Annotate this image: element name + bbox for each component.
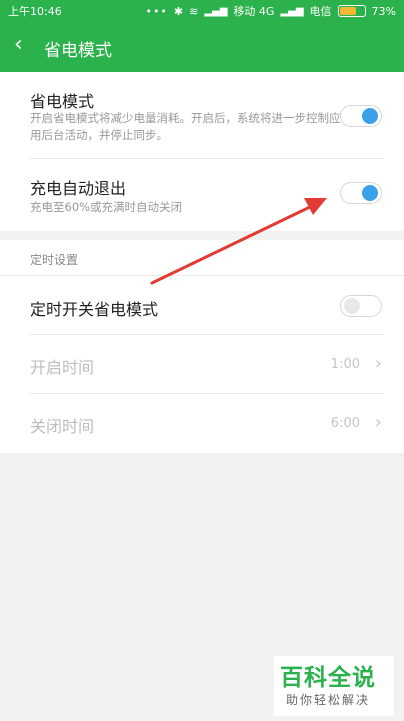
- auto-exit-row[interactable]: 充电自动退出 充电至60%或充满时自动关闭: [0, 159, 404, 231]
- power-settings-card: 省电模式 开启省电模式将减少电量消耗。开启后，系统将进一步控制应用后台活动，并停…: [0, 72, 404, 231]
- status-bar: 上午10:46 ••• ✱ ≋ ▂▄▆ 移动 4G ▂▄▆ 电信 73%: [0, 0, 404, 22]
- end-time-value: 6:00: [330, 416, 360, 431]
- status-time: 上午10:46: [8, 5, 62, 18]
- end-time-row[interactable]: 关闭时间 6:00 ›: [0, 394, 404, 452]
- signal-icon: ▂▄▆: [204, 5, 228, 17]
- wifi-icon: ≋: [189, 4, 199, 18]
- carrier-2: 电信: [309, 5, 332, 18]
- end-time-label: 关闭时间: [30, 417, 95, 436]
- power-saving-row[interactable]: 省电模式 开启省电模式将减少电量消耗。开启后，系统将进一步控制应用后台活动，并停…: [0, 72, 404, 158]
- power-saving-description: 开启省电模式将减少电量消耗。开启后，系统将进一步控制应用后台活动，并停止同步。: [30, 111, 341, 142]
- status-icons: ••• ✱ ≋ ▂▄▆ 移动 4G ▂▄▆ 电信 73%: [145, 3, 396, 19]
- auto-exit-description: 充电至60%或充满时自动关闭: [30, 200, 183, 214]
- toggle-knob: [344, 298, 360, 314]
- toggle-knob: [362, 185, 378, 201]
- watermark-subtitle: 助你轻松解决: [286, 693, 371, 707]
- start-time-label: 开启时间: [30, 358, 95, 377]
- start-time-row[interactable]: 开启时间 1:00 ›: [0, 335, 404, 393]
- power-saving-toggle[interactable]: [340, 105, 382, 127]
- page-title: 省电模式: [44, 41, 112, 61]
- notification-dots: •••: [145, 4, 168, 18]
- bluetooth-icon: ✱: [173, 4, 184, 18]
- scheduled-toggle-row[interactable]: 定时开关省电模式: [0, 276, 404, 334]
- chevron-right-icon: ›: [374, 412, 382, 433]
- toggle-knob: [362, 108, 378, 124]
- chevron-left-icon[interactable]: ‹: [14, 34, 23, 56]
- power-saving-label: 省电模式: [30, 92, 95, 111]
- signal-icon-2: ▂▄▆: [280, 5, 304, 17]
- battery-icon: [337, 5, 366, 17]
- app-header: ‹ 省电模式: [0, 22, 404, 72]
- schedule-card: 定时设置 定时开关省电模式 开启时间 1:00 › 关闭时间 6:00 ›: [0, 240, 404, 453]
- chevron-right-icon: ›: [374, 353, 382, 374]
- watermark-title: 百科全说: [280, 665, 376, 691]
- scheduled-toggle[interactable]: [340, 295, 382, 317]
- start-time-value: 1:00: [330, 357, 360, 372]
- watermark-logo: 百科全说 助你轻松解决: [274, 656, 394, 716]
- scheduled-toggle-label: 定时开关省电模式: [30, 300, 159, 319]
- auto-exit-label: 充电自动退出: [30, 179, 127, 198]
- battery-percent: 73%: [371, 4, 396, 18]
- auto-exit-toggle[interactable]: [340, 182, 382, 204]
- carrier-1: 移动 4G: [233, 5, 275, 18]
- section-label: 定时设置: [30, 253, 79, 267]
